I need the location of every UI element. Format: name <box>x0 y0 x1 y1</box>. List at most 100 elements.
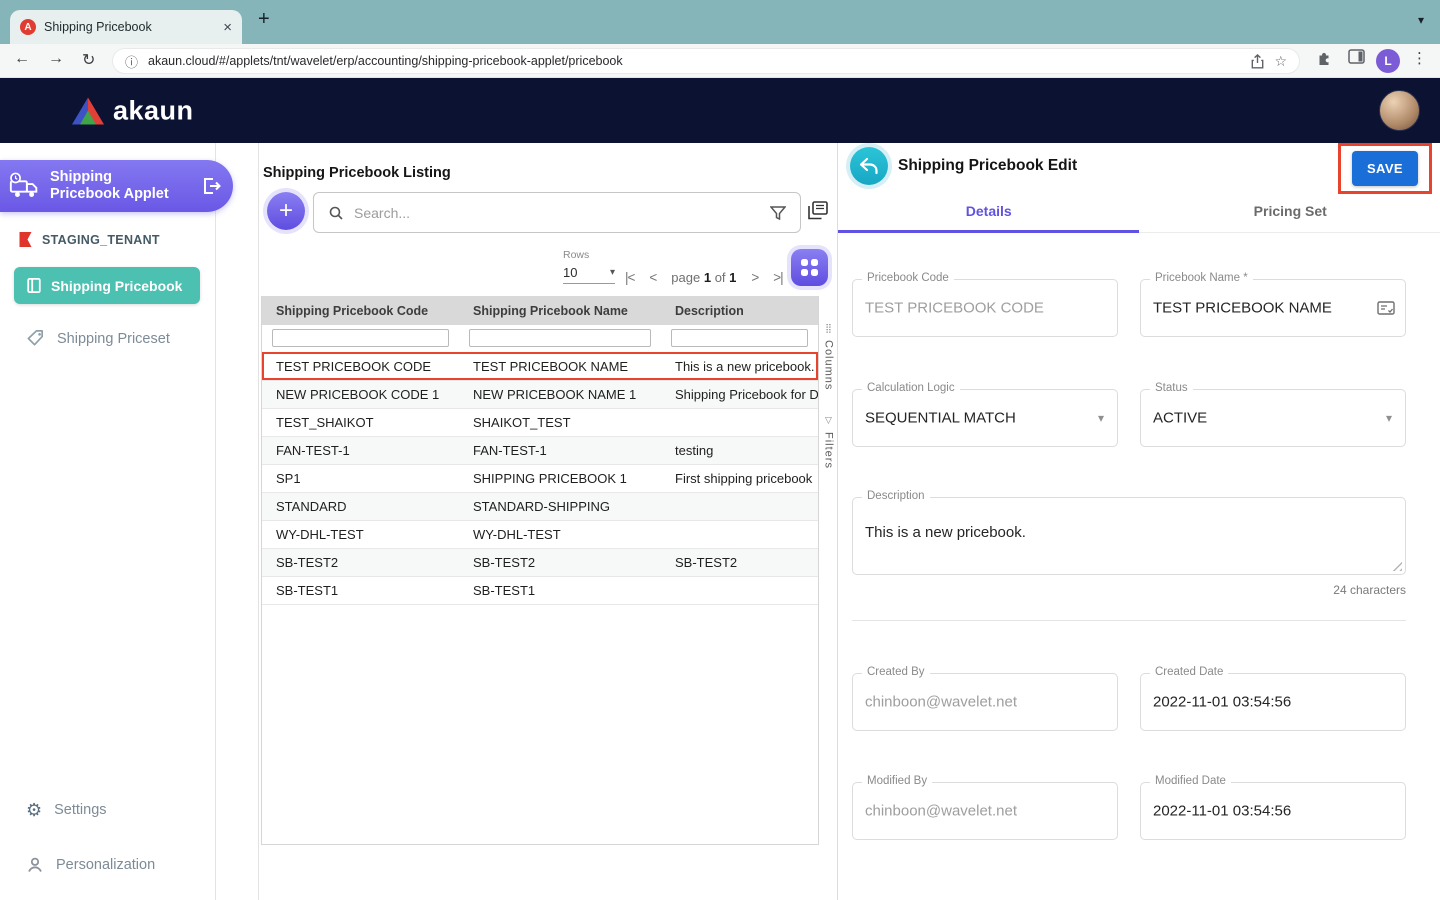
cell-name: SHIPPING PRICEBOOK 1 <box>459 464 661 492</box>
sidebar-item-shipping-pricebook[interactable]: Shipping Pricebook <box>14 267 200 304</box>
table-row[interactable]: WY-DHL-TESTWY-DHL-TEST <box>262 520 818 548</box>
user-avatar[interactable] <box>1379 90 1420 131</box>
table-row[interactable]: STANDARDSTANDARD-SHIPPING <box>262 492 818 520</box>
field-label: Description <box>862 490 930 502</box>
description-textarea[interactable]: Description This is a new pricebook. <box>852 497 1406 575</box>
listing-title: Shipping Pricebook Listing <box>263 165 451 181</box>
side-panel-icon[interactable] <box>1348 49 1365 64</box>
bookmark-star-icon[interactable]: ☆ <box>1274 53 1287 70</box>
page-total: 1 <box>729 270 736 285</box>
cell-name: FAN-TEST-1 <box>459 436 661 464</box>
lookup-card-icon[interactable] <box>1377 301 1395 315</box>
site-info-icon[interactable]: ⓘ <box>125 52 138 71</box>
filter-input-name[interactable] <box>469 329 651 347</box>
editor-panel: Shipping Pricebook Edit SAVE Details Pri… <box>837 143 1440 900</box>
grid-view-button[interactable] <box>791 249 828 286</box>
save-button[interactable]: SAVE <box>1352 151 1418 186</box>
sidebar-item-shipping-priceset[interactable]: Shipping Priceset <box>26 329 170 348</box>
cell-code: TEST_SHAIKOT <box>262 408 459 436</box>
filter-input-code[interactable] <box>272 329 449 347</box>
resize-handle[interactable] <box>1391 560 1402 571</box>
new-tab-button[interactable]: + <box>258 8 270 31</box>
add-pricebook-button[interactable]: + <box>267 192 305 230</box>
field-value: 2022-11-01 03:54:56 <box>1153 803 1291 820</box>
filters-side-tab[interactable]: ▽ Filters <box>819 416 838 469</box>
grid-icon <box>801 259 818 276</box>
applet-name-label: Shipping Pricebook Applet <box>50 169 176 204</box>
exit-applet-icon[interactable] <box>201 176 221 196</box>
cell-name: SB-TEST2 <box>459 548 661 576</box>
logo-text: akaun <box>113 95 194 126</box>
akaun-logo-icon <box>72 97 104 124</box>
next-page-icon[interactable]: > <box>751 270 758 285</box>
sidebar-item-label: Shipping Priceset <box>57 331 170 347</box>
url-text: akaun.cloud/#/applets/tnt/wavelet/erp/ac… <box>148 54 1241 68</box>
table-views-icon[interactable] <box>807 201 828 220</box>
tab-title: Shipping Pricebook <box>44 20 215 34</box>
filter-icon: ▽ <box>825 416 832 425</box>
sidebar-item-applet[interactable]: Shipping Pricebook Applet <box>0 160 233 212</box>
status-select[interactable]: Status ACTIVE ▾ <box>1140 389 1406 447</box>
field-label: Calculation Logic <box>862 382 960 394</box>
sidebar: Shipping Pricebook Applet STAGING_TENANT… <box>0 143 216 900</box>
sidebar-item-settings[interactable]: ⚙ Settings <box>26 801 107 819</box>
tenant-selector[interactable]: STAGING_TENANT <box>18 231 160 248</box>
first-page-icon[interactable]: |< <box>625 270 634 285</box>
sidebar-item-label: Personalization <box>56 857 155 873</box>
browser-toolbar: ← → ↻ ⓘ akaun.cloud/#/applets/tnt/wavele… <box>0 44 1440 78</box>
tab-search-caret-icon[interactable]: ▾ <box>1418 13 1424 27</box>
browser-menu-icon[interactable]: ⋮ <box>1412 49 1427 67</box>
app-header: akaun <box>0 78 1440 143</box>
listing-panel: Shipping Pricebook Listing + <box>258 143 837 900</box>
page-indicator: page 1 of 1 <box>671 270 736 285</box>
refresh-icon[interactable]: ↻ <box>82 50 95 70</box>
page-current: 1 <box>704 270 711 285</box>
share-icon[interactable] <box>1251 54 1264 69</box>
field-value: ACTIVE <box>1153 410 1207 427</box>
forward-nav-icon[interactable]: → <box>48 50 64 68</box>
back-button[interactable] <box>850 147 888 185</box>
cell-description: Shipping Pricebook for D <box>661 380 818 408</box>
browser-profile-avatar[interactable]: L <box>1376 49 1400 73</box>
tab-pricing-set[interactable]: Pricing Set <box>1140 190 1440 232</box>
delivery-truck-icon <box>8 171 42 201</box>
column-header-description[interactable]: Description <box>661 296 818 325</box>
rows-per-page-value: 10 <box>563 265 577 280</box>
pricebook-code-field[interactable]: Pricebook Code TEST PRICEBOOK CODE <box>852 279 1118 337</box>
tenant-label: STAGING_TENANT <box>42 233 160 247</box>
table-row[interactable]: FAN-TEST-1FAN-TEST-1testing <box>262 436 818 464</box>
table-row[interactable]: SP1SHIPPING PRICEBOOK 1First shipping pr… <box>262 464 818 492</box>
last-page-icon[interactable]: >| <box>773 270 782 285</box>
table-row[interactable]: SB-TEST1SB-TEST1 <box>262 576 818 604</box>
field-label: Pricebook Code <box>862 272 954 284</box>
search-input[interactable] <box>354 205 760 221</box>
cell-code: FAN-TEST-1 <box>262 436 459 464</box>
tab-details[interactable]: Details <box>838 190 1140 232</box>
table-filter-row <box>262 325 818 352</box>
filter-input-description[interactable] <box>671 329 808 347</box>
table-row[interactable]: NEW PRICEBOOK CODE 1NEW PRICEBOOK NAME 1… <box>262 380 818 408</box>
search-filter-funnel-icon[interactable] <box>770 206 786 220</box>
column-header-code[interactable]: Shipping Pricebook Code <box>262 296 459 325</box>
calculation-logic-select[interactable]: Calculation Logic SEQUENTIAL MATCH ▾ <box>852 389 1118 447</box>
back-nav-icon[interactable]: ← <box>14 50 30 68</box>
url-bar[interactable]: ⓘ akaun.cloud/#/applets/tnt/wavelet/erp/… <box>112 48 1300 74</box>
browser-tab[interactable]: A Shipping Pricebook × <box>10 10 242 44</box>
tab-close-icon[interactable]: × <box>223 19 232 36</box>
pricebook-name-field[interactable]: Pricebook Name * TEST PRICEBOOK NAME <box>1140 279 1406 337</box>
created-by-field: Created By chinboon@wavelet.net <box>852 673 1118 731</box>
table-row[interactable]: SB-TEST2SB-TEST2SB-TEST2 <box>262 548 818 576</box>
cell-description: testing <box>661 436 818 464</box>
columns-side-tab[interactable]: ⣿ Columns <box>819 324 838 390</box>
cell-description: First shipping pricebook <box>661 464 818 492</box>
modified-by-field: Modified By chinboon@wavelet.net <box>852 782 1118 840</box>
column-header-name[interactable]: Shipping Pricebook Name <box>459 296 661 325</box>
extensions-puzzle-icon[interactable] <box>1316 49 1333 66</box>
prev-page-icon[interactable]: < <box>649 270 656 285</box>
table-row[interactable]: TEST PRICEBOOK CODETEST PRICEBOOK NAMETh… <box>262 352 818 380</box>
table-row[interactable]: TEST_SHAIKOTSHAIKOT_TEST <box>262 408 818 436</box>
table-header-row: Shipping Pricebook Code Shipping Pricebo… <box>262 296 818 325</box>
sidebar-item-personalization[interactable]: Personalization <box>26 856 155 874</box>
cell-name: WY-DHL-TEST <box>459 520 661 548</box>
rows-per-page-select[interactable]: 10 ▾ <box>563 262 615 284</box>
